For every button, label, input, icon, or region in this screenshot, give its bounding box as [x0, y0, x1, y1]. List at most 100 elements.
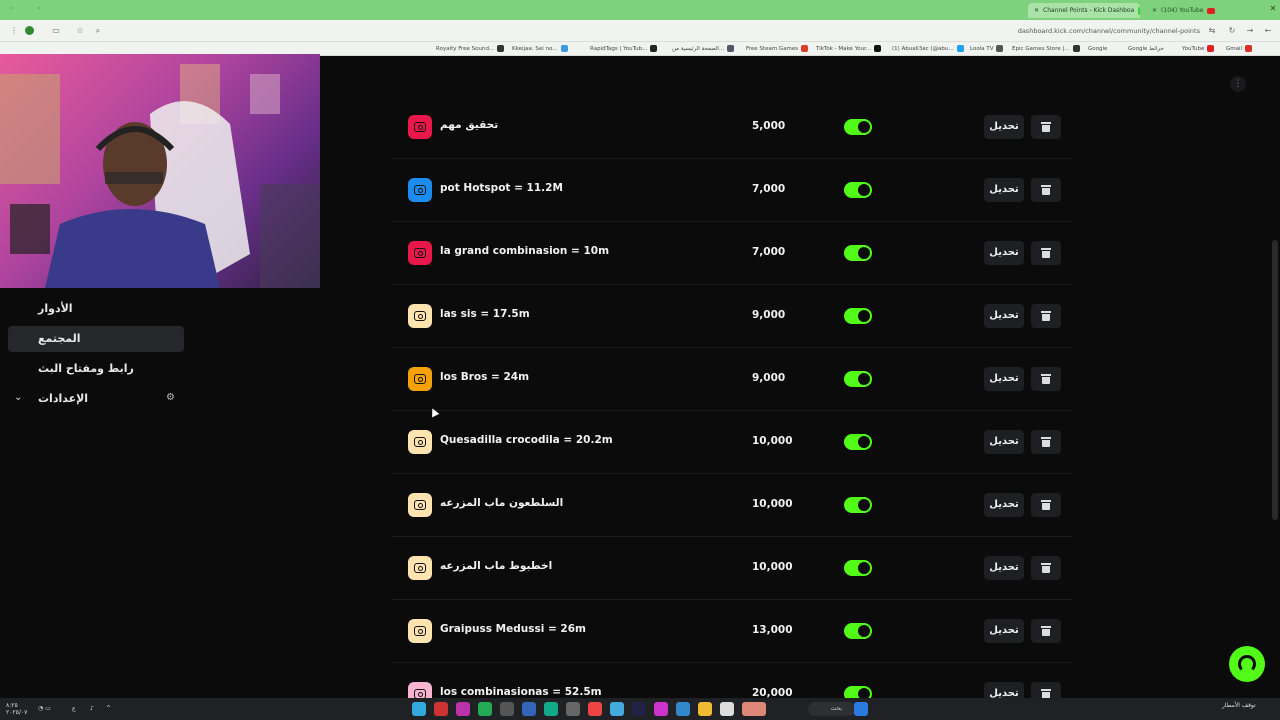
- reward-enabled-toggle[interactable]: [844, 371, 872, 387]
- edit-button[interactable]: تحديل: [984, 367, 1024, 391]
- delete-button[interactable]: [1031, 304, 1061, 328]
- windows-start-icon[interactable]: [854, 702, 868, 716]
- reward-enabled-toggle[interactable]: [844, 497, 872, 513]
- bookmark-item[interactable]: (1) Abuali3ac (@abu...: [892, 44, 964, 54]
- reward-icon: [408, 493, 432, 517]
- sidebar-item-settings[interactable]: الإعدادات: [8, 386, 184, 412]
- edit-button[interactable]: تحديل: [984, 304, 1024, 328]
- edit-button[interactable]: تحديل: [984, 619, 1024, 643]
- edit-button[interactable]: تحديل: [984, 556, 1024, 580]
- app-icon[interactable]: [720, 702, 734, 716]
- star-icon[interactable]: ☆: [74, 25, 86, 37]
- bookmark-item[interactable]: Epic Games Store |...: [1012, 44, 1080, 54]
- edit-button[interactable]: تحديل: [984, 115, 1024, 139]
- app-icon[interactable]: [478, 702, 492, 716]
- app-icon[interactable]: [456, 702, 470, 716]
- reward-enabled-toggle[interactable]: [844, 119, 872, 135]
- edit-button[interactable]: تحديل: [984, 682, 1024, 698]
- bookmark-item[interactable]: Loola TV: [970, 44, 1004, 54]
- network-icon[interactable]: ◔ ▭: [38, 705, 51, 712]
- app-icon[interactable]: [676, 702, 690, 716]
- taskbar-search[interactable]: بحث: [808, 702, 856, 716]
- window-control-icon[interactable]: ·: [6, 4, 16, 14]
- reward-enabled-toggle[interactable]: [844, 623, 872, 639]
- bookmark-item[interactable]: Google خرائط: [1128, 44, 1164, 54]
- delete-button[interactable]: [1031, 367, 1061, 391]
- bookmark-item[interactable]: Gmail: [1226, 44, 1253, 54]
- bookmark-item[interactable]: Kkeijaa: Sei no...: [512, 44, 568, 54]
- app-icon[interactable]: [610, 702, 624, 716]
- bookmark-item[interactable]: RapidTags | YouTub...: [590, 44, 658, 54]
- edit-button[interactable]: تحديل: [984, 493, 1024, 517]
- back-icon[interactable]: ←: [1262, 25, 1274, 37]
- app-icon[interactable]: [434, 702, 448, 716]
- reward-enabled-toggle[interactable]: [844, 686, 872, 698]
- app-icon[interactable]: [500, 702, 514, 716]
- reward-enabled-toggle[interactable]: [844, 308, 872, 324]
- reward-cost: 10,000: [752, 435, 793, 447]
- trash-icon: [1041, 689, 1051, 698]
- delete-button[interactable]: [1031, 241, 1061, 265]
- reward-row: los combinasionas = 52.5m 20,000 تحديل: [392, 663, 1072, 698]
- bookmark-item[interactable]: TikTok - Make Your...: [816, 44, 882, 54]
- webcam-overlay: [0, 54, 320, 288]
- site-settings-icon[interactable]: ⇆: [1206, 25, 1218, 37]
- chrome-icon[interactable]: [588, 702, 602, 716]
- delete-button[interactable]: [1031, 178, 1061, 202]
- reward-enabled-toggle[interactable]: [844, 434, 872, 450]
- sidebar-item-stream-key[interactable]: رابط ومفتاح البث: [8, 356, 184, 382]
- bookmark-item[interactable]: Google: [1088, 44, 1107, 54]
- bookmark-item[interactable]: Royalty Free Sound...: [436, 44, 505, 54]
- tab-youtube[interactable]: ✕ (104) YouTube: [1146, 3, 1258, 18]
- close-icon[interactable]: ✕: [1152, 3, 1157, 18]
- app-icon[interactable]: [522, 702, 536, 716]
- scrollbar[interactable]: [1272, 240, 1278, 520]
- app-icon[interactable]: [654, 702, 668, 716]
- folder-icon[interactable]: [698, 702, 712, 716]
- kick-icon: [1138, 6, 1140, 15]
- reward-enabled-toggle[interactable]: [844, 560, 872, 576]
- language-indicator[interactable]: ع: [72, 705, 76, 712]
- delete-button[interactable]: [1031, 430, 1061, 454]
- window-control-icon[interactable]: ·: [34, 4, 44, 14]
- edit-button[interactable]: تحديل: [984, 178, 1024, 202]
- tab-icon[interactable]: ▭: [50, 25, 62, 37]
- more-icon[interactable]: ⋮: [1230, 76, 1246, 92]
- app-icon[interactable]: [412, 702, 426, 716]
- delete-button[interactable]: [1031, 682, 1061, 698]
- edit-button[interactable]: تحديل: [984, 241, 1024, 265]
- reward-enabled-toggle[interactable]: [844, 245, 872, 261]
- delete-button[interactable]: [1031, 493, 1061, 517]
- bookmark-item[interactable]: Free Steam Games: [746, 44, 809, 54]
- app-icon[interactable]: [566, 702, 580, 716]
- reward-title: Graipuss Medussi = 26m: [440, 623, 586, 635]
- delete-button[interactable]: [1031, 556, 1061, 580]
- support-button[interactable]: [1229, 646, 1265, 682]
- bookmark-item[interactable]: الصفحة الرئيسية من...: [672, 44, 735, 54]
- reward-enabled-toggle[interactable]: [844, 182, 872, 198]
- chevron-down-icon[interactable]: ⌄: [14, 392, 22, 403]
- sidebar-item-community[interactable]: المجتمع: [8, 326, 184, 352]
- app-icon[interactable]: [544, 702, 558, 716]
- premiere-icon[interactable]: [632, 702, 646, 716]
- window-close-icon[interactable]: ✕: [1268, 4, 1278, 14]
- delete-button[interactable]: [1031, 115, 1061, 139]
- chevron-up-icon[interactable]: ^: [106, 705, 111, 712]
- gear-icon: ⚙: [166, 392, 175, 403]
- trash-icon: [1041, 563, 1051, 573]
- sidebar-item-roles[interactable]: الأدوار: [8, 296, 184, 322]
- forward-icon[interactable]: →: [1244, 25, 1256, 37]
- reward-row: pot Hotspot = 11.2M 7,000 تحديل: [392, 159, 1072, 222]
- microphone-icon[interactable]: ♪: [90, 705, 94, 712]
- tab-channel-points[interactable]: ✕ Channel Points - Kick Dashboa: [1028, 3, 1140, 18]
- profile-icon[interactable]: [25, 26, 34, 35]
- delete-button[interactable]: [1031, 619, 1061, 643]
- app-icon[interactable]: [742, 702, 766, 716]
- edit-button[interactable]: تحديل: [984, 430, 1024, 454]
- menu-icon[interactable]: ⋮: [8, 25, 20, 37]
- search-icon[interactable]: ⌕: [92, 25, 104, 37]
- bookmark-item[interactable]: YouTube: [1182, 44, 1215, 54]
- close-icon[interactable]: ✕: [1034, 3, 1039, 18]
- reload-icon[interactable]: ↻: [1226, 25, 1238, 37]
- url-field[interactable]: dashboard.kick.com/channel/community/cha…: [1018, 25, 1200, 37]
